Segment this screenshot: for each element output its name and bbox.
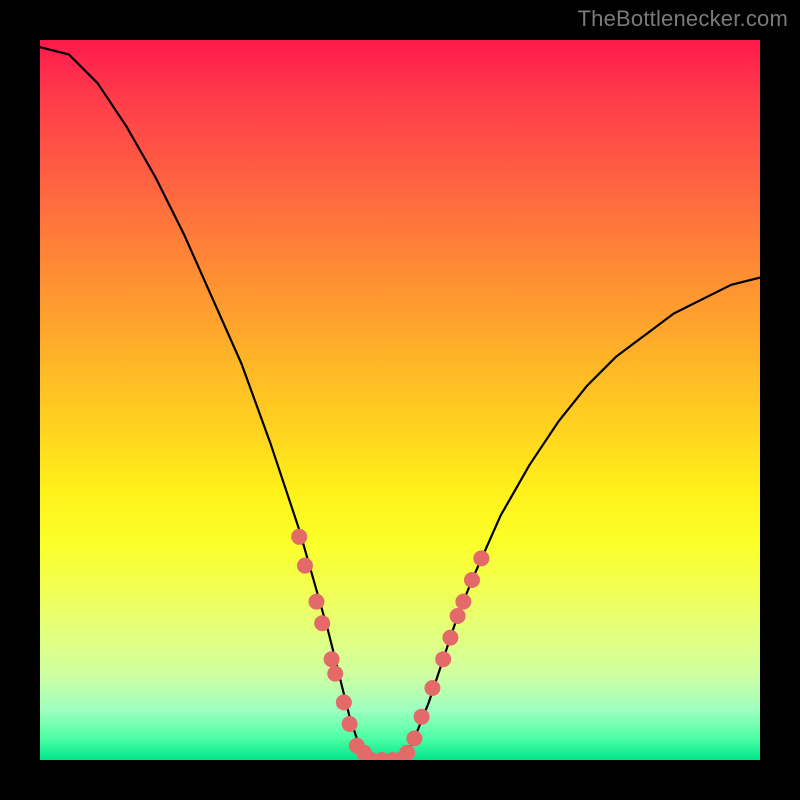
highlight-dot [314, 615, 330, 631]
chart-frame: TheBottlenecker.com [0, 0, 800, 800]
highlight-dot [297, 558, 313, 574]
bottleneck-curve [40, 47, 760, 760]
highlight-dot [435, 651, 451, 667]
highlight-dot [336, 694, 352, 710]
chart-overlay [40, 40, 760, 760]
highlight-dot [308, 594, 324, 610]
highlight-dot [455, 594, 471, 610]
highlight-dot [291, 529, 307, 545]
highlight-dot [473, 550, 489, 566]
watermark-text: TheBottlenecker.com [578, 6, 788, 32]
highlight-dot [442, 630, 458, 646]
highlight-dot [327, 666, 343, 682]
highlight-dot [464, 572, 480, 588]
highlight-dot [324, 651, 340, 667]
highlight-dot [342, 716, 358, 732]
highlight-dot [414, 709, 430, 725]
highlight-dot [406, 730, 422, 746]
highlight-dot [399, 745, 415, 760]
plot-area [40, 40, 760, 760]
highlight-dot [424, 680, 440, 696]
highlight-dot [450, 608, 466, 624]
highlight-dots [291, 529, 489, 760]
